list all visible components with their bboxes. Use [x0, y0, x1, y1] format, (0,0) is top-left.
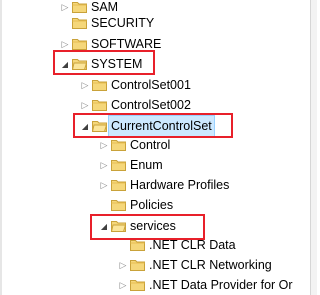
- tree-node-label: .NET CLR Networking: [149, 258, 272, 272]
- folder-icon: [111, 140, 126, 151]
- folder-icon: [92, 100, 107, 111]
- expand-arrow-icon[interactable]: [118, 275, 128, 295]
- expand-arrow-icon[interactable]: [99, 175, 109, 195]
- folder-icon: [130, 260, 145, 271]
- tree-node-label: .NET CLR Data: [149, 238, 236, 252]
- expand-arrow-icon[interactable]: [80, 75, 90, 95]
- expand-arrow-icon[interactable]: [80, 95, 90, 115]
- expand-arrow-icon[interactable]: [99, 135, 109, 155]
- folder-icon: [72, 39, 87, 50]
- expand-arrow-icon[interactable]: [60, 0, 70, 17]
- folder-icon: [130, 280, 145, 291]
- tree-node-label: Control: [130, 138, 171, 152]
- folder-icon: [72, 2, 87, 13]
- registry-tree-view: SAM SECURITY SOFTWARE SYSTEM C: [0, 0, 317, 295]
- pane-border: [0, 0, 2, 295]
- expand-arrow-icon[interactable]: [118, 255, 128, 275]
- tree-node-label: Hardware Profiles: [130, 178, 230, 192]
- folder-icon: [92, 80, 107, 91]
- tree-node-label: ControlSet002: [111, 98, 191, 112]
- tree-node-label: Enum: [130, 158, 163, 172]
- tree-node-label: SECURITY: [91, 16, 155, 30]
- expand-arrow-icon[interactable]: [99, 155, 109, 175]
- vertical-scrollbar[interactable]: [310, 0, 317, 295]
- folder-icon: [111, 180, 126, 191]
- folder-icon: [111, 160, 126, 171]
- tree-node-label: ControlSet001: [111, 78, 191, 92]
- tree-node-label: Policies: [130, 198, 174, 212]
- folder-icon: [72, 18, 87, 29]
- folder-icon: [111, 200, 126, 211]
- highlight-box-system: [53, 50, 155, 75]
- folder-icon: [130, 240, 145, 251]
- tree-node-label: .NET Data Provider for Or: [149, 278, 293, 292]
